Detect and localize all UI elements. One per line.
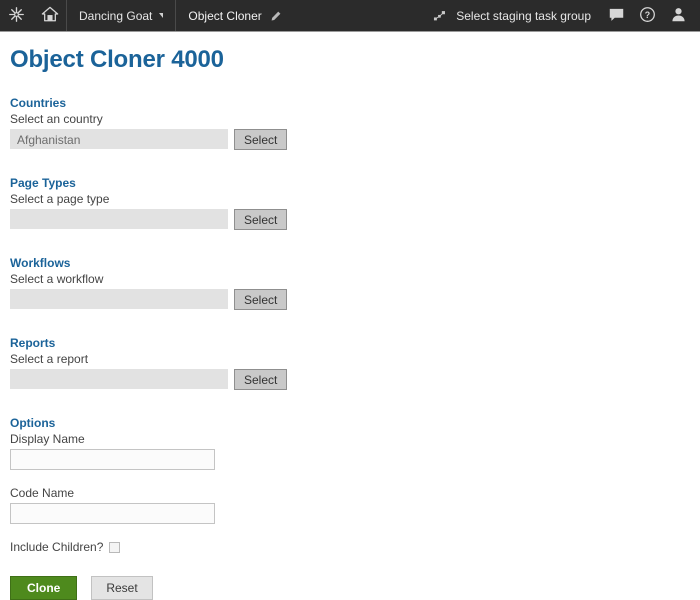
svg-text:?: ? <box>645 9 650 19</box>
include-children-row: Include Children? <box>10 540 690 554</box>
chat-button[interactable] <box>601 0 632 32</box>
form-actions: Clone Reset <box>10 576 690 600</box>
code-name-label: Code Name <box>10 486 75 500</box>
breadcrumb-site[interactable]: Dancing Goat <box>67 0 175 31</box>
selector-row-workflows: Select <box>10 289 690 310</box>
workflows-value-display[interactable] <box>10 289 228 309</box>
display-name-label: Display Name <box>10 432 85 446</box>
section-heading-countries: Countries <box>10 96 67 110</box>
staging-task-group-selector[interactable]: Select staging task group <box>422 9 601 23</box>
breadcrumb-app[interactable]: Object Cloner <box>176 0 293 31</box>
reset-button[interactable]: Reset <box>91 576 153 600</box>
selector-row-page-types: Select <box>10 209 690 230</box>
section-workflows: Workflows Select a workflow Select <box>10 256 690 310</box>
section-heading-reports: Reports <box>10 336 56 350</box>
page-content: Object Cloner 4000 Countries Select an c… <box>0 32 700 600</box>
breadcrumb-app-label: Object Cloner <box>188 8 262 23</box>
kentico-logo-button[interactable] <box>0 0 33 31</box>
code-name-field-group: Code Name <box>10 486 690 524</box>
field-label-page-types: Select a page type <box>10 192 110 206</box>
reports-select-button[interactable]: Select <box>234 369 288 390</box>
selector-row-countries: Afghanistan Select <box>10 129 690 150</box>
pencil-icon[interactable] <box>270 10 282 22</box>
chevron-down-icon <box>159 13 164 18</box>
header-spacer <box>294 0 422 31</box>
workflows-select-button[interactable]: Select <box>234 289 288 310</box>
field-label-reports: Select a report <box>10 352 89 366</box>
chat-icon <box>608 6 625 26</box>
clone-button[interactable]: Clone <box>10 576 78 600</box>
user-avatar-icon <box>670 6 687 26</box>
countries-value-display[interactable]: Afghanistan <box>10 129 228 149</box>
kentico-starburst-icon <box>8 6 25 26</box>
page-types-select-button[interactable]: Select <box>234 209 288 230</box>
section-heading-workflows: Workflows <box>10 256 71 270</box>
help-button[interactable]: ? <box>632 0 663 32</box>
reports-value-display[interactable] <box>10 369 228 389</box>
selector-row-reports: Select <box>10 369 690 390</box>
code-name-input[interactable] <box>10 503 215 524</box>
display-name-input[interactable] <box>10 449 215 470</box>
field-label-workflows: Select a workflow <box>10 272 104 286</box>
staging-nodes-icon <box>432 9 447 23</box>
section-countries: Countries Select an country Afghanistan … <box>10 96 690 150</box>
page-types-value-display[interactable] <box>10 209 228 229</box>
user-avatar-button[interactable] <box>663 0 694 32</box>
countries-select-button[interactable]: Select <box>234 129 288 150</box>
field-label-countries: Select an country <box>10 112 103 126</box>
header-right-group: Select staging task group ? <box>422 0 700 31</box>
section-heading-page-types: Page Types <box>10 176 76 190</box>
page-title: Object Cloner 4000 <box>10 46 224 73</box>
section-options: Options Display Name Code Name Include C… <box>10 416 690 600</box>
display-name-field-group: Display Name <box>10 432 690 470</box>
staging-task-group-label: Select staging task group <box>456 8 591 23</box>
home-button[interactable] <box>33 0 66 31</box>
top-header-bar: Dancing Goat Object Cloner Select stagin… <box>0 0 700 32</box>
breadcrumb-site-label: Dancing Goat <box>79 8 153 23</box>
section-page-types: Page Types Select a page type Select <box>10 176 690 230</box>
include-children-checkbox[interactable] <box>109 541 121 553</box>
include-children-label: Include Children? <box>10 540 104 554</box>
section-reports: Reports Select a report Select <box>10 336 690 390</box>
home-icon <box>41 5 59 26</box>
help-icon: ? <box>639 6 656 26</box>
section-heading-options: Options <box>10 416 56 430</box>
